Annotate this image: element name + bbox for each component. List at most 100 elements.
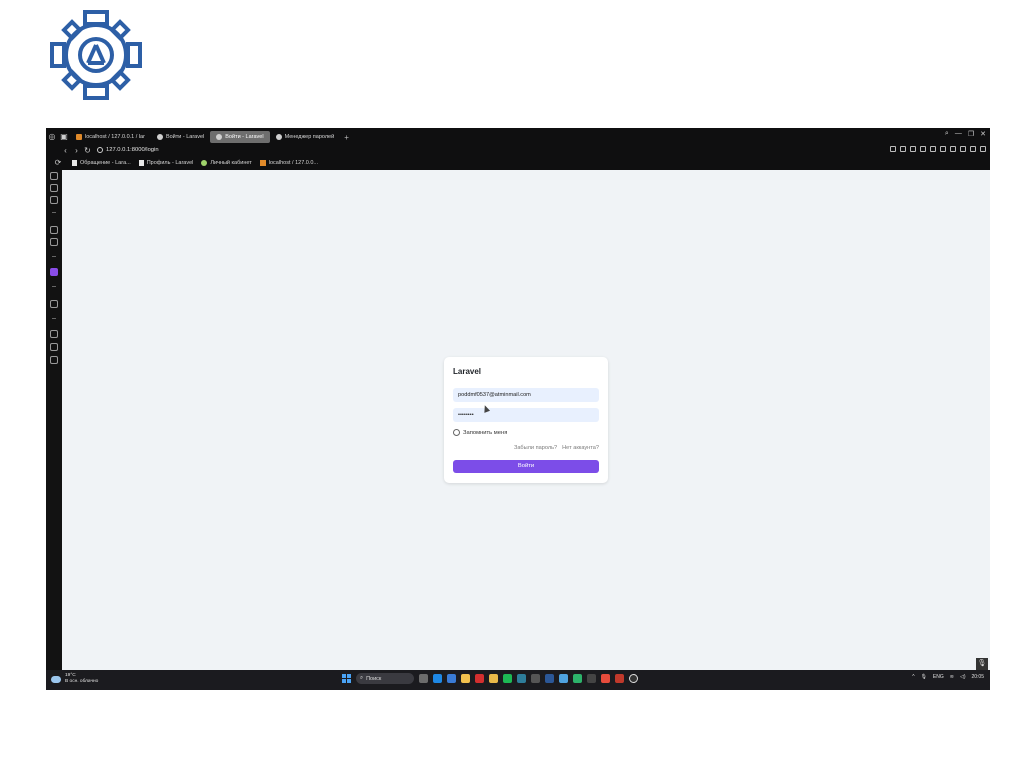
history-icon[interactable]: ⟳ <box>52 158 64 168</box>
taskbar-search[interactable]: ⌕ Поиск <box>356 673 414 684</box>
page-icon <box>72 160 77 166</box>
sidebar-separator <box>52 286 56 287</box>
maximize-icon[interactable]: ❐ <box>968 130 974 138</box>
password-field[interactable]: •••••••• <box>453 408 599 422</box>
start-icon[interactable] <box>342 674 351 683</box>
sidebar-separator <box>52 212 56 213</box>
player-icon[interactable] <box>50 300 58 308</box>
new-tab-icon[interactable]: + <box>344 133 349 142</box>
remember-me-checkbox[interactable]: Запомнить меня <box>453 429 507 436</box>
app-icon[interactable] <box>587 674 596 683</box>
register-link[interactable]: Нет аккаунта? <box>562 445 599 451</box>
weather-desc: В осн. облачно <box>65 679 99 684</box>
screen-capture: ◎ ▣ localhost / 127.0.0.1 / lar Войти - … <box>46 128 990 690</box>
cloud-icon <box>51 675 61 683</box>
clock[interactable]: 20:05 <box>971 674 984 680</box>
globe-favicon-icon <box>275 134 282 140</box>
reload-icon[interactable]: ↻ <box>82 146 93 155</box>
phpmyadmin-icon <box>259 160 266 166</box>
home-icon[interactable] <box>50 343 58 351</box>
menu-icon[interactable] <box>980 146 986 152</box>
presentation-slide: ◎ ▣ localhost / 127.0.0.1 / lar Войти - … <box>0 0 1024 767</box>
screenshot-icon[interactable] <box>960 146 966 152</box>
microphone-icon[interactable]: 🎙 <box>921 674 927 680</box>
gear-logo-icon <box>50 10 142 100</box>
bookmark-item[interactable]: Профиль - Laravel <box>138 160 193 166</box>
login-button[interactable]: Войти <box>453 460 599 473</box>
steam-icon[interactable] <box>517 674 526 683</box>
email-field[interactable]: poddmf0537@atminmail.com <box>453 388 599 402</box>
tab-label: localhost / 127.0.0.1 / lar <box>85 134 145 140</box>
search-tabs-icon[interactable]: ⌕ <box>945 130 949 138</box>
minimize-icon[interactable]: — <box>955 130 962 138</box>
windows-taskbar: 19°C В осн. облачно ⌕ Поиск ^ 🎙 ENG ≋ ◁)… <box>46 670 990 690</box>
tab-strip: ◎ ▣ localhost / 127.0.0.1 / lar Войти - … <box>46 130 990 144</box>
bookmark-label: Личный кабинет <box>210 160 252 166</box>
history-icon[interactable] <box>50 330 58 338</box>
download-icon[interactable] <box>970 146 976 152</box>
app-icon[interactable] <box>601 674 610 683</box>
tab-phpmyadmin[interactable]: localhost / 127.0.0.1 / lar <box>70 131 151 143</box>
checkbox-icon[interactable] <box>453 429 460 436</box>
chatgpt-icon[interactable] <box>50 238 58 246</box>
spotify-icon[interactable] <box>503 674 512 683</box>
language-indicator[interactable]: ENG <box>933 674 944 680</box>
app-icon[interactable] <box>573 674 582 683</box>
twitch-icon[interactable] <box>50 268 58 276</box>
search-icon: ⌕ <box>360 675 364 681</box>
chevron-up-icon[interactable]: ^ <box>912 674 914 680</box>
app-icon[interactable] <box>531 674 540 683</box>
login-title: Laravel <box>453 367 482 376</box>
system-tray: ^ 🎙 ENG ≋ ◁) 20:05 <box>912 674 984 680</box>
browser-menu-icon[interactable]: ◎ <box>46 132 58 142</box>
sidebar-separator <box>52 256 56 257</box>
tab-password-manager[interactable]: Менеджер паролей <box>270 131 341 143</box>
messenger-icon[interactable] <box>50 184 58 192</box>
site-info-icon[interactable] <box>97 147 103 153</box>
app-icon[interactable] <box>559 674 568 683</box>
page-viewport: Laravel poddmf0537@atminmail.com •••••••… <box>62 170 990 670</box>
bookmark-label: localhost / 127.0.0... <box>268 160 319 166</box>
shield-icon[interactable] <box>910 146 916 152</box>
heart-icon[interactable] <box>930 146 936 152</box>
task-view-icon[interactable] <box>419 674 428 683</box>
bookmark-item[interactable]: localhost / 127.0.0... <box>259 160 319 166</box>
app-icon[interactable] <box>615 674 624 683</box>
notes-app-icon[interactable] <box>489 674 498 683</box>
aria-icon[interactable] <box>50 172 58 180</box>
microphone-icon[interactable]: 🎙 <box>976 658 988 670</box>
bookmark-item[interactable]: Обращение - Lara... <box>72 160 131 166</box>
file-explorer-icon[interactable] <box>461 674 470 683</box>
send-icon[interactable] <box>920 146 926 152</box>
weather-widget[interactable]: 19°C В осн. облачно <box>51 673 98 685</box>
close-icon[interactable]: ✕ <box>980 130 986 138</box>
word-icon[interactable] <box>545 674 554 683</box>
notes-icon[interactable] <box>50 196 58 204</box>
tab-login-active[interactable]: Войти - Laravel <box>210 131 270 143</box>
opera-icon[interactable] <box>475 674 484 683</box>
back-icon[interactable]: ‹ <box>60 146 71 155</box>
settings-icon[interactable] <box>50 356 58 364</box>
forward-icon[interactable]: › <box>71 146 82 155</box>
player-icon[interactable] <box>629 674 638 683</box>
workspaces-icon[interactable]: ▣ <box>58 132 70 142</box>
sidebar-icon[interactable] <box>950 146 956 152</box>
page-icon <box>138 160 144 166</box>
app-icon[interactable] <box>50 226 58 234</box>
wifi-icon[interactable]: ≋ <box>950 674 954 680</box>
edge-icon[interactable] <box>433 674 442 683</box>
tab-login-1[interactable]: Войти - Laravel <box>151 131 210 143</box>
forgot-password-link[interactable]: Забыли пароль? <box>514 445 557 451</box>
store-icon[interactable] <box>447 674 456 683</box>
site-icon <box>201 160 208 166</box>
camera-icon[interactable] <box>900 146 906 152</box>
extension-icon[interactable] <box>940 146 946 152</box>
extensions-toolbar <box>890 146 986 152</box>
volume-icon[interactable]: ◁) <box>960 674 966 680</box>
sidebar-separator <box>52 318 56 319</box>
bookmark-item[interactable]: Личный кабинет <box>201 160 252 166</box>
address-bar: ‹ › ↻ 127.0.0.1:8000/login <box>46 144 990 156</box>
bookmark-icon[interactable] <box>890 146 896 152</box>
url-field[interactable]: 127.0.0.1:8000/login <box>97 147 159 153</box>
search-placeholder: Поиск <box>366 675 382 682</box>
